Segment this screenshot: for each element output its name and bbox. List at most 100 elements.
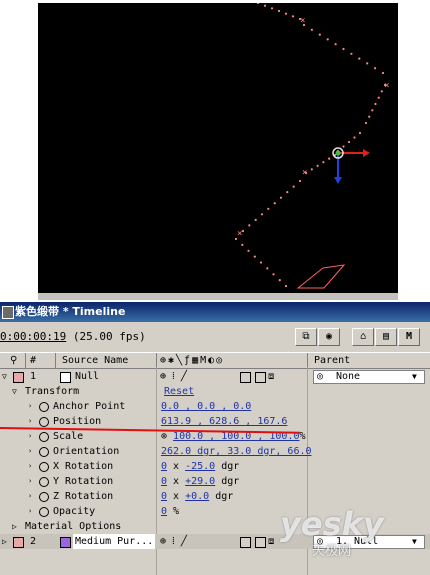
- motion-blur-switch[interactable]: [240, 372, 251, 383]
- frame-blending-icon[interactable]: ▤: [375, 328, 397, 346]
- expand-icon[interactable]: ›: [28, 429, 32, 444]
- expand-icon[interactable]: ▽: [12, 384, 17, 399]
- motion-path-dot: [381, 71, 385, 75]
- stopwatch-icon[interactable]: [39, 447, 49, 457]
- property-value-group[interactable]: 0 x +0.0 dgr: [161, 489, 233, 504]
- reset-link[interactable]: Reset: [164, 384, 194, 399]
- stopwatch-icon[interactable]: [39, 507, 49, 517]
- expand-icon[interactable]: ›: [28, 504, 32, 519]
- timeline-toolbar: 0:00:00:19 (25.00 fps) ⧉ ◉ ⌂ ▤ M: [0, 322, 430, 352]
- draft-3d-icon[interactable]: ⌂: [352, 328, 374, 346]
- stopwatch-icon[interactable]: [39, 492, 49, 502]
- property-name: Anchor Point: [53, 401, 126, 412]
- motion-path-dot: [318, 33, 321, 36]
- 3d-axis-gizmo[interactable]: [332, 147, 370, 184]
- motion-blur-switch[interactable]: [240, 537, 251, 548]
- stopwatch-icon[interactable]: [39, 432, 49, 442]
- motion-blur-button[interactable]: M: [398, 328, 420, 346]
- keyframe-markers[interactable]: × × × ×: [237, 16, 389, 239]
- property-value[interactable]: 262.0 dgr, 33.0 dgr, 66.0: [161, 446, 312, 457]
- column-number[interactable]: #: [30, 353, 36, 368]
- composition-viewer[interactable]: × × × ×: [38, 3, 398, 293]
- label-color-swatch[interactable]: [13, 372, 24, 383]
- property-row[interactable]: › Anchor Point 0.0 , 0.0 , 0.0: [0, 399, 430, 414]
- motion-path-dot: [342, 145, 345, 148]
- layer-row[interactable]: ▽ 1 Null ⊕ ⁞ ╱ ⧈ ◎ None ▼: [0, 369, 430, 384]
- motion-path-dot: [322, 161, 325, 164]
- layer-switch-icons[interactable]: ⊕ ⁞ ╱: [160, 534, 187, 549]
- motion-path-dot: [358, 57, 361, 60]
- layer-index: 2: [30, 536, 37, 547]
- property-value[interactable]: +29.0: [185, 476, 215, 487]
- expand-icon[interactable]: ›: [28, 399, 32, 414]
- property-value[interactable]: -25.0: [185, 461, 215, 472]
- property-name: X Rotation: [53, 461, 114, 472]
- property-row[interactable]: › X Rotation 0 x -25.0 dgr: [0, 459, 430, 474]
- expand-icon[interactable]: ›: [28, 459, 32, 474]
- switches-column-icons[interactable]: ⊕✱╲ƒ▦M◐◎: [160, 353, 224, 368]
- property-row[interactable]: › Z Rotation 0 x +0.0 dgr: [0, 489, 430, 504]
- collapse-icon[interactable]: ▷: [2, 534, 7, 549]
- constrain-proportions-icon[interactable]: ⊚: [161, 431, 173, 442]
- live-update-icon[interactable]: ◉: [318, 328, 340, 346]
- property-value-group[interactable]: 262.0 dgr, 33.0 dgr, 66.0: [161, 444, 312, 459]
- timecode[interactable]: 0:00:00:19: [0, 330, 66, 343]
- layer-name[interactable]: Medium Pur...: [73, 534, 156, 549]
- pickwhip-icon[interactable]: ◎: [317, 369, 323, 384]
- label-color-swatch[interactable]: [13, 537, 24, 548]
- watermark-logo: yesky: [280, 505, 384, 543]
- property-value[interactable]: 613.9 , 628.6 , 167.6: [161, 416, 287, 427]
- stopwatch-icon[interactable]: [39, 417, 49, 427]
- property-name: Position: [53, 416, 102, 427]
- property-row[interactable]: › Orientation 262.0 dgr, 33.0 dgr, 66.0: [0, 444, 430, 459]
- property-name: Y Rotation: [53, 476, 114, 487]
- motion-path-dot: [342, 47, 345, 51]
- layer-name[interactable]: Null: [75, 369, 99, 384]
- motion-path-canvas[interactable]: × × × ×: [38, 3, 398, 293]
- 3d-layer-icon[interactable]: ⧈: [268, 369, 274, 384]
- transform-group[interactable]: ▽ Transform Reset: [0, 384, 430, 399]
- motion-path-dot: [284, 284, 288, 288]
- column-source-name[interactable]: Source Name: [62, 353, 128, 368]
- stopwatch-icon[interactable]: [39, 477, 49, 487]
- property-value[interactable]: 0.0 , 0.0 , 0.0: [161, 401, 251, 412]
- 3d-layer-icon[interactable]: ⧈: [268, 534, 274, 549]
- window-title: 紫色缎带 * Timeline: [15, 305, 126, 318]
- current-time-display[interactable]: 0:00:00:19 (25.00 fps): [0, 330, 146, 343]
- motion-path-dot: [254, 218, 257, 221]
- expand-icon[interactable]: ›: [28, 474, 32, 489]
- collapse-icon[interactable]: ▷: [12, 519, 17, 534]
- property-value-group[interactable]: 0 x -25.0 dgr: [161, 459, 239, 474]
- stopwatch-icon[interactable]: [39, 462, 49, 472]
- column-parent[interactable]: Parent: [314, 353, 350, 368]
- property-value[interactable]: +0.0: [185, 491, 209, 502]
- property-row[interactable]: › Position 613.9 , 628.6 , 167.6: [0, 414, 430, 429]
- property-value-group[interactable]: 0 x +29.0 dgr: [161, 474, 239, 489]
- motion-path-dot: [279, 196, 283, 199]
- timeline-titlebar[interactable]: 紫色缎带 * Timeline: [0, 302, 430, 322]
- adjustment-switch[interactable]: [255, 537, 266, 548]
- chevron-down-icon[interactable]: ▼: [412, 534, 417, 549]
- motion-path-dot: [364, 121, 368, 125]
- property-value-group[interactable]: 0 %: [161, 504, 179, 519]
- property-value-group[interactable]: 0.0 , 0.0 , 0.0: [161, 399, 251, 414]
- property-name: Scale: [53, 431, 84, 442]
- motion-path-dot: [241, 243, 244, 246]
- layer-outline[interactable]: [296, 264, 346, 289]
- parent-dropdown[interactable]: ◎ None ▼: [313, 370, 425, 384]
- expand-icon[interactable]: ›: [28, 444, 32, 459]
- keyframe-marker: ×: [237, 229, 242, 239]
- property-value-group[interactable]: 613.9 , 628.6 , 167.6: [161, 414, 287, 429]
- adjustment-switch[interactable]: [255, 372, 266, 383]
- property-row[interactable]: › Y Rotation 0 x +29.0 dgr: [0, 474, 430, 489]
- comp-flowchart-icon[interactable]: ⧉: [295, 328, 317, 346]
- motion-path-dot: [256, 3, 260, 5]
- chevron-down-icon[interactable]: ▼: [412, 369, 417, 384]
- shy-column-icon[interactable]: ⚲: [10, 353, 17, 368]
- stopwatch-icon[interactable]: [39, 402, 49, 412]
- motion-path-dot: [270, 7, 274, 10]
- expand-icon[interactable]: ›: [28, 489, 32, 504]
- expand-icon[interactable]: ▽: [2, 369, 7, 384]
- motion-path-dot: [334, 43, 337, 46]
- layer-switch-icons[interactable]: ⊕ ⁞ ╱: [160, 369, 187, 384]
